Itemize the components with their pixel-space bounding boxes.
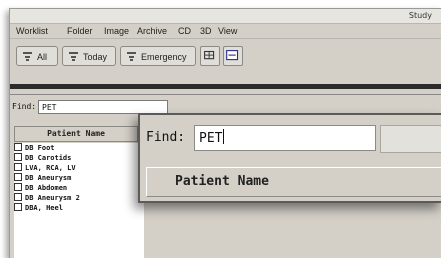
zoom-find-label: Find:: [146, 130, 186, 145]
zoom-callout: Find: PET Patient Name: [138, 113, 441, 203]
zoom-toolbar-area: [380, 125, 441, 153]
search-input[interactable]: PET: [38, 100, 168, 114]
find-label: Find:: [12, 102, 37, 111]
menu-bar: Worklist Folder Image Archive CD 3D View: [10, 24, 441, 39]
list-icon: [69, 52, 78, 61]
window-title: Study: [408, 11, 432, 20]
filter-today-label: Today: [83, 52, 108, 62]
text-cursor: [223, 129, 225, 144]
list-item-label: DB Aneurysm: [25, 174, 72, 182]
folder-icon: [14, 153, 22, 161]
patient-name-column-header[interactable]: Patient Name: [14, 126, 138, 142]
folder-icon: [14, 163, 22, 171]
list-item-label: DB Carotids: [25, 154, 72, 162]
list-view-icon: [226, 50, 239, 61]
list-item[interactable]: DB Abdomen: [14, 183, 67, 193]
title-bar: Study: [10, 9, 441, 24]
list-item-label: DBA, Heel: [25, 204, 63, 212]
list-item-label: DB Foot: [25, 144, 55, 152]
list-item-label: LVA, RCA, LV: [25, 164, 76, 172]
list-item[interactable]: DB Aneurysm: [14, 173, 71, 183]
filter-emergency-button[interactable]: Emergency: [120, 46, 196, 66]
list-icon: [127, 52, 136, 61]
folder-icon: [14, 173, 22, 181]
patient-list: DB Foot DB Carotids LVA, RCA, LV DB Aneu…: [14, 143, 144, 258]
list-item-label: DB Aneurysm 2: [25, 194, 80, 202]
zoom-column-header[interactable]: Patient Name: [146, 167, 441, 197]
menu-3d[interactable]: 3D: [200, 24, 212, 38]
filter-today-button[interactable]: Today: [62, 46, 116, 66]
toolbar: All Today Emergency: [10, 40, 441, 74]
list-item[interactable]: DB Foot: [14, 143, 55, 153]
zoom-search-input[interactable]: PET: [194, 125, 376, 151]
list-item-label: DB Abdomen: [25, 184, 68, 192]
zoom-column-header-label: Patient Name: [175, 174, 269, 189]
filter-all-label: All: [37, 52, 48, 62]
folder-icon: [14, 193, 22, 201]
menu-folder[interactable]: Folder: [67, 24, 93, 38]
list-icon: [23, 52, 32, 61]
menu-view[interactable]: View: [218, 24, 237, 38]
scroll-strip[interactable]: [10, 89, 441, 95]
list-view-button[interactable]: [223, 46, 243, 66]
filter-emergency-label: Emergency: [141, 52, 187, 62]
menu-cd[interactable]: CD: [178, 24, 191, 38]
list-item[interactable]: DBA, Heel: [14, 203, 63, 213]
menu-archive[interactable]: Archive: [137, 24, 167, 38]
list-item[interactable]: DB Carotids: [14, 153, 71, 163]
filter-all-button[interactable]: All: [16, 46, 58, 66]
grid-view-icon: [204, 50, 215, 60]
zoom-search-value: PET: [199, 131, 223, 146]
grid-view-button[interactable]: [200, 46, 220, 66]
folder-icon: [14, 143, 22, 151]
list-item[interactable]: LVA, RCA, LV: [14, 163, 76, 173]
list-item[interactable]: DB Aneurysm 2: [14, 193, 80, 203]
folder-icon: [14, 183, 22, 191]
menu-image[interactable]: Image: [104, 24, 129, 38]
folder-icon: [14, 203, 22, 211]
menu-worklist[interactable]: Worklist: [16, 24, 48, 38]
